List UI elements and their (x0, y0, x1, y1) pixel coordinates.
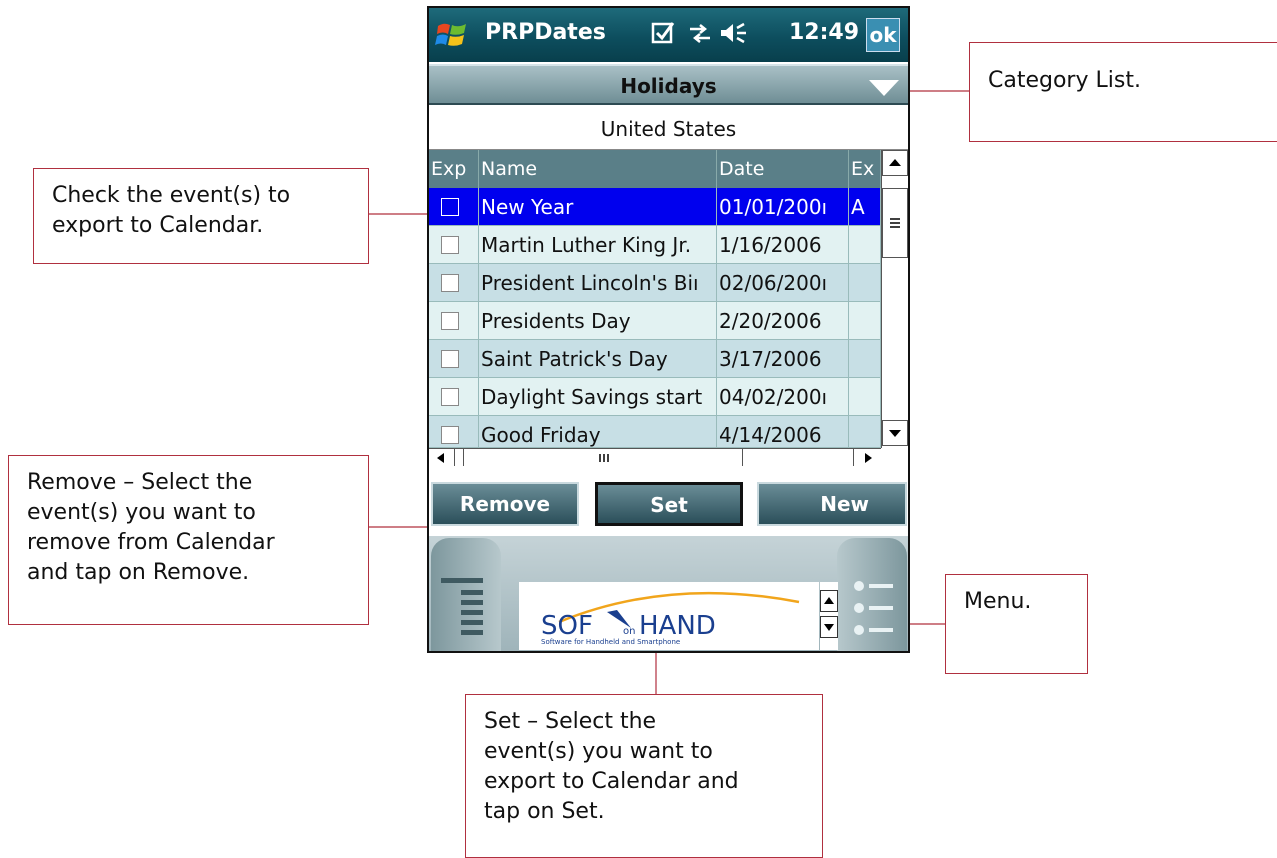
checkbox-tray-icon[interactable] (651, 20, 677, 46)
event-ex (849, 378, 881, 416)
vertical-scrollbar[interactable] (881, 150, 908, 448)
column-header-date[interactable]: Date (717, 150, 849, 188)
event-name: Presidents Day (479, 302, 717, 340)
event-date: 04/02/200ı (717, 378, 849, 416)
scroll-left-button[interactable] (429, 449, 455, 467)
callout-line: Remove – Select the (27, 470, 253, 495)
table-row[interactable]: New Year 01/01/200ı A (429, 188, 881, 226)
event-name: Martin Luther King Jr. (479, 226, 717, 264)
callout-text: Category List. (988, 68, 1141, 93)
windows-start-icon[interactable] (435, 18, 469, 52)
callout-set: Set – Select the event(s) you want to ex… (465, 694, 823, 858)
ad-scroll-down[interactable] (820, 616, 838, 638)
left-softkey[interactable] (431, 538, 501, 651)
callout-check-events: Check the event(s) to export to Calendar… (33, 168, 369, 264)
ad-scroll[interactable] (820, 582, 838, 650)
event-name: New Year (479, 188, 717, 226)
ok-button[interactable]: ok (866, 18, 900, 52)
scroll-right-button[interactable] (853, 449, 881, 467)
column-header-ex[interactable]: Ex (849, 150, 881, 188)
dropdown-arrow-icon[interactable] (869, 80, 899, 96)
arrow-up-icon (889, 159, 901, 166)
event-ex: A (849, 188, 881, 226)
export-checkbox[interactable] (441, 426, 459, 444)
volume-icon[interactable] (719, 20, 747, 46)
event-ex (849, 264, 881, 302)
event-name: President Lincoln's Biı (479, 264, 717, 302)
set-button[interactable]: Set (595, 482, 743, 526)
arrow-right-icon (865, 453, 872, 463)
callout-line: Set – Select the (484, 709, 657, 734)
arrow-left-icon (437, 453, 444, 463)
device-screen: PRPDates 12:49 ok Holidays United States… (427, 6, 910, 653)
list-bars-icon (441, 578, 483, 635)
callout-menu: Menu. (945, 574, 1088, 674)
export-checkbox[interactable] (441, 312, 459, 330)
callout-line: event(s) you want to (484, 739, 713, 764)
grip-icon (599, 454, 609, 462)
clock-time[interactable]: 12:49 (749, 20, 859, 45)
table-row[interactable]: Daylight Savings start 04/02/200ı (429, 378, 881, 416)
export-checkbox[interactable] (441, 236, 459, 254)
softonhand-logo: SOF on HAND Software for Handheld and Sm… (541, 591, 800, 646)
svg-text:on: on (623, 626, 635, 637)
svg-text:Software for Handheld and Smar: Software for Handheld and Smartphone (541, 638, 680, 646)
advertisement-banner[interactable]: SOF on HAND Software for Handheld and Sm… (519, 582, 819, 650)
menu-softkey[interactable] (837, 538, 907, 651)
country-label: United States (600, 117, 737, 141)
export-checkbox[interactable] (441, 350, 459, 368)
connectivity-icon[interactable] (687, 20, 713, 46)
event-ex (849, 302, 881, 340)
callout-line: and tap on Remove. (27, 560, 250, 585)
ad-scroll-up[interactable] (820, 590, 838, 612)
event-name: Daylight Savings start (479, 378, 717, 416)
callout-line: event(s) you want to (27, 500, 256, 525)
scroll-down-button[interactable] (882, 420, 908, 446)
scroll-up-button[interactable] (882, 150, 908, 176)
table-row[interactable]: Good Friday 4/14/2006 (429, 416, 881, 454)
export-checkbox[interactable] (441, 274, 459, 292)
callout-category-list: Category List. (969, 42, 1277, 142)
export-checkbox[interactable] (441, 198, 459, 216)
horizontal-scroll-thumb[interactable] (463, 449, 743, 467)
grip-icon (890, 218, 900, 228)
category-dropdown[interactable]: Holidays (429, 64, 908, 105)
event-date: 01/01/200ı (717, 188, 849, 226)
table-row[interactable]: Presidents Day 2/20/2006 (429, 302, 881, 340)
callout-line: Check the event(s) to (52, 183, 291, 208)
column-header-exp[interactable]: Exp (429, 150, 479, 188)
svg-text:HAND: HAND (639, 611, 716, 641)
event-date: 2/20/2006 (717, 302, 849, 340)
vertical-scroll-thumb[interactable] (882, 188, 908, 258)
callout-line: export to Calendar. (52, 213, 264, 238)
menu-icon (854, 581, 893, 635)
table-row[interactable]: Martin Luther King Jr. 1/16/2006 (429, 226, 881, 264)
events-grid: Exp Name Date Ex New Year 01/01/200ı A M… (429, 149, 908, 467)
table-row[interactable]: President Lincoln's Biı 02/06/200ı (429, 264, 881, 302)
callout-remove: Remove – Select the event(s) you want to… (8, 455, 369, 625)
callout-line: export to Calendar and (484, 769, 739, 794)
callout-line: tap on Set. (484, 799, 605, 824)
arrow-down-icon (889, 430, 901, 437)
title-bar: PRPDates 12:49 ok (429, 8, 908, 62)
event-date: 3/17/2006 (717, 340, 849, 378)
remove-button[interactable]: Remove (431, 482, 579, 526)
table-row[interactable]: Saint Patrick's Day 3/17/2006 (429, 340, 881, 378)
callout-line: remove from Calendar (27, 530, 275, 555)
svg-text:SOF: SOF (541, 611, 593, 641)
event-ex (849, 340, 881, 378)
category-selected-label: Holidays (620, 74, 717, 98)
event-ex (849, 226, 881, 264)
callout-text: Menu. (964, 589, 1032, 614)
column-header-name[interactable]: Name (479, 150, 717, 188)
arrow-up-icon (824, 597, 834, 604)
event-date: 1/16/2006 (717, 226, 849, 264)
event-date: 02/06/200ı (717, 264, 849, 302)
event-name: Saint Patrick's Day (479, 340, 717, 378)
app-title: PRPDates (485, 20, 606, 45)
horizontal-scrollbar[interactable] (429, 448, 881, 467)
new-button[interactable]: New (757, 482, 907, 526)
arrow-down-icon (824, 624, 834, 631)
export-checkbox[interactable] (441, 388, 459, 406)
